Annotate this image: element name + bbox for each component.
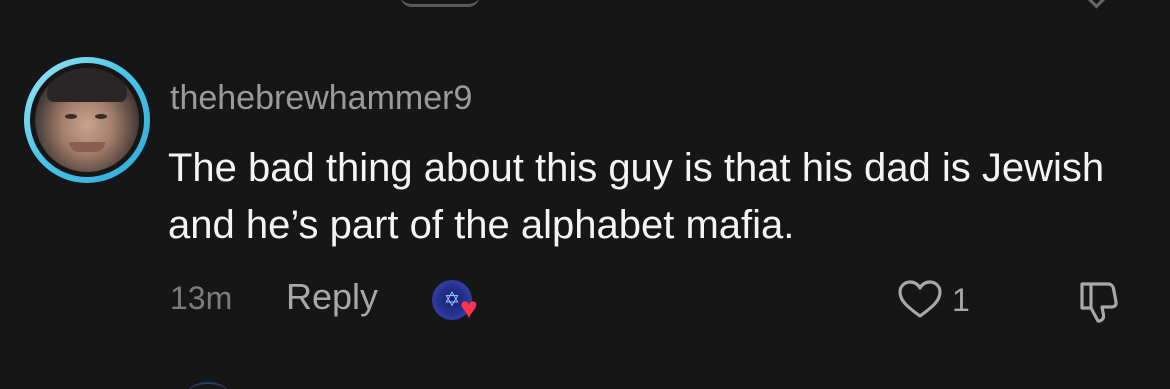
creator-reaction-badge: ✡ ♥ — [432, 280, 496, 330]
comment-item: thehebrewhammer9 The bad thing about thi… — [0, 0, 1170, 389]
like-button[interactable]: 1 — [896, 280, 996, 320]
dislike-button[interactable] — [1074, 278, 1122, 326]
comment-username[interactable]: thehebrewhammer9 — [170, 78, 472, 118]
avatar-eye-left — [65, 114, 77, 119]
avatar-ring-gap — [30, 63, 144, 177]
heart-icon: ♥ — [460, 292, 478, 325]
heart-outline-icon — [898, 280, 942, 318]
comment-meta-row: 13m Reply ✡ ♥ 1 — [0, 270, 1170, 330]
avatar-eye-right — [95, 114, 107, 119]
avatar[interactable] — [24, 57, 150, 183]
avatar-hair — [47, 68, 127, 102]
reply-button[interactable]: Reply — [286, 276, 378, 318]
comment-text: The bad thing about this guy is that his… — [168, 146, 1105, 247]
thumbs-down-icon — [1080, 282, 1118, 323]
comment-timestamp: 13m — [170, 280, 233, 316]
avatar-mouth — [69, 142, 105, 152]
like-count: 1 — [952, 282, 970, 318]
avatar-photo — [35, 68, 139, 172]
